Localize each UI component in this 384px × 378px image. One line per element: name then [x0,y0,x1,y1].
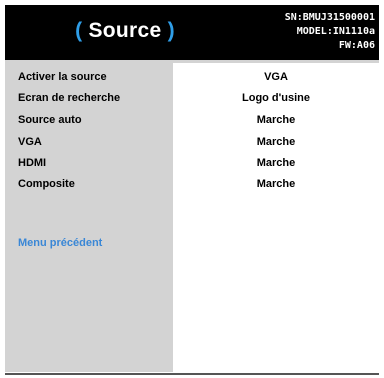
menu-item-source-auto[interactable]: Source auto [18,110,82,130]
menu-item-activer-la-source[interactable]: Activer la source [18,67,107,87]
menu-body: Activer la source Ecran de recherche Sou… [5,60,379,372]
menu-item-hdmi[interactable]: HDMI [18,153,46,173]
title-paren-open: ( [75,19,89,42]
value-hdmi[interactable]: Marche [173,153,379,173]
values-panel: VGA Logo d'usine Marche Marche Marche Ma… [173,63,379,372]
device-info: SN:BMUJ31500001 MODEL:IN1110a FW:A06 [285,11,375,53]
menu-labels: Activer la source Ecran de recherche Sou… [5,60,170,372]
menu-item-composite[interactable]: Composite [18,174,75,194]
menu-title: ( Source ) [5,19,245,43]
menu-header: ( Source ) SN:BMUJ31500001 MODEL:IN1110a… [5,5,379,60]
bottom-divider [5,373,379,375]
menu-item-vga[interactable]: VGA [18,132,42,152]
value-source-auto[interactable]: Marche [173,110,379,130]
menu-item-ecran-de-recherche[interactable]: Ecran de recherche [18,88,120,108]
title-paren-close: ) [161,19,175,42]
value-vga[interactable]: Marche [173,132,379,152]
value-activer-la-source[interactable]: VGA [173,67,379,87]
model-number: MODEL:IN1110a [296,26,375,37]
osd-menu: ( Source ) SN:BMUJ31500001 MODEL:IN1110a… [5,5,379,374]
previous-menu-link[interactable]: Menu précédent [18,237,102,249]
value-composite[interactable]: Marche [173,174,379,194]
title-text: Source [88,19,162,42]
value-ecran-de-recherche[interactable]: Logo d'usine [173,88,379,108]
serial-number: SN:BMUJ31500001 [284,12,375,23]
firmware-version: FW:A06 [338,40,375,51]
